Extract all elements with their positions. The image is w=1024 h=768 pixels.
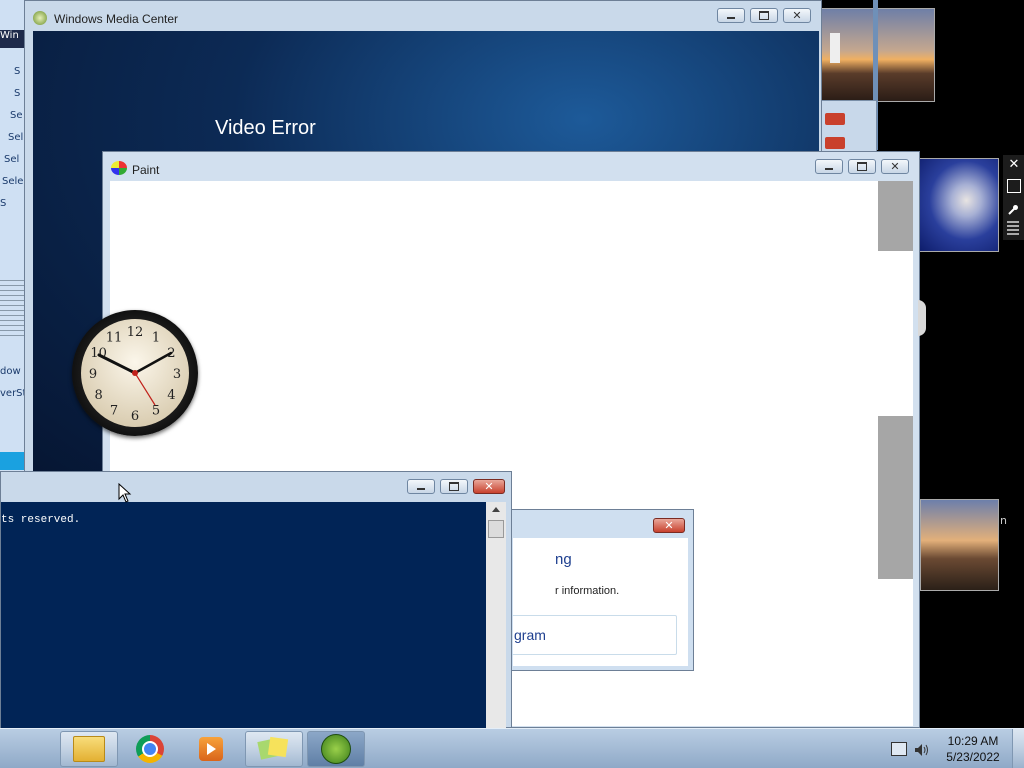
taskbar-file-explorer[interactable] [60,731,118,767]
close-icon [825,137,845,149]
scrollbar-thumb[interactable] [488,520,504,538]
maximize-icon [759,11,769,20]
volume-icon[interactable] [914,742,930,756]
clock-numeral: 12 [127,325,144,340]
mouse-cursor-icon [118,483,132,503]
close-icon: ✕ [792,9,802,22]
dialog-heading: ng [555,551,572,568]
minimize-icon [727,17,735,19]
strip-item[interactable]: Sele [0,176,26,194]
minimize-button[interactable] [815,159,843,174]
media-center-title: Windows Media Center [54,12,179,26]
folder-icon [73,736,105,762]
network-icon[interactable] [891,742,907,756]
minimize-icon [417,488,425,490]
dialog-body: ng r information. gram [509,538,688,666]
console-text: ts reserved. [1,514,81,526]
clock-face: 121234567891011 [81,319,189,427]
powershell-titlebar[interactable]: ✕ [1,472,511,502]
close-icon: ✕ [664,519,674,532]
taskbar-time[interactable]: 10:29 AM [940,734,1006,748]
close-program-label: gram [514,627,546,643]
sticky-notes-icon [257,736,289,762]
strip-item[interactable]: Win [0,30,24,48]
clock-numeral: 7 [110,403,118,418]
taskbar-sticky-notes[interactable] [245,731,303,767]
dialog-close-button[interactable]: ✕ [653,518,685,533]
gadget-side-text: n [1000,514,1007,527]
clock-numeral: 9 [89,367,97,382]
media-center-icon [321,734,351,764]
maximize-button[interactable] [848,159,876,174]
divider [0,280,24,340]
taskbar-media-player[interactable] [182,731,240,767]
maximize-icon [857,162,867,171]
console-scrollbar[interactable] [486,502,506,729]
powershell-console[interactable]: ts reserved. [1,502,486,729]
paint-palette-icon [111,161,127,175]
strip-item[interactable]: verSt [0,388,24,406]
powershell-window: ✕ ts reserved. [0,471,512,729]
close-icon: ✕ [890,160,900,173]
clock-numeral: 4 [167,388,175,403]
close-icon: ✕ [484,480,494,493]
scrollbar-block[interactable] [878,416,913,579]
gadget-options-icon[interactable] [1007,179,1021,193]
scroll-up-arrow-icon[interactable] [492,507,500,512]
taskbar-media-center[interactable] [307,731,365,767]
dialog-info-text: r information. [555,585,620,597]
maximize-button[interactable] [750,8,778,23]
taskbar-date[interactable]: 5/23/2022 [940,750,1006,764]
close-program-button[interactable]: gram [509,615,677,655]
scrollbar-block[interactable] [878,181,913,251]
media-center-titlebar[interactable]: Windows Media Center ✕ [25,1,821,31]
clock-numeral: 1 [152,331,160,346]
gadget-close-icon[interactable]: ✕ [1006,157,1022,173]
strip-item[interactable]: dow [0,366,24,384]
lighthouse-icon [830,33,840,63]
clock-numeral: 8 [94,388,102,403]
media-player-icon [199,737,223,761]
maximize-button[interactable] [440,479,468,494]
close-button[interactable]: ✕ [881,159,909,174]
selection-highlight [0,452,24,470]
close-button[interactable]: ✕ [473,479,505,494]
clock-numeral: 11 [106,331,123,346]
chrome-icon [136,735,164,763]
clock-numeral: 3 [173,367,181,382]
taskbar-chrome[interactable] [121,731,179,767]
close-button[interactable]: ✕ [783,8,811,23]
media-center-logo-icon [33,11,47,25]
video-error-heading: Video Error [215,117,316,139]
desktop-gadget-edge [918,300,926,336]
minimize-button[interactable] [407,479,435,494]
background-window-strip: Win S S Se Sel Sel Sele S dow verSt [0,0,25,472]
photo-thumbnail-sunset[interactable] [920,499,999,591]
maximize-icon [449,482,459,491]
clock-numeral: 6 [131,409,139,424]
error-dialog: ✕ ng r information. gram [505,509,694,671]
photo-thumbnail-space[interactable] [918,158,999,252]
gadget-toolbar: ✕ [1003,155,1024,240]
media-center-thumb-stack [820,100,877,152]
paint-scrollbar-track[interactable] [878,181,913,726]
clock-numeral: 5 [152,403,160,418]
strip-item[interactable]: S [0,198,24,216]
wrench-icon[interactable] [1007,201,1019,215]
show-desktop-button[interactable] [1012,729,1024,768]
minimize-button[interactable] [717,8,745,23]
minimize-icon [825,168,833,170]
paint-title: Paint [132,163,160,177]
taskbar: 10:29 AM 5/23/2022 [0,728,1024,768]
paint-titlebar[interactable]: Paint ✕ [103,152,919,182]
close-icon [825,113,845,125]
clock-gadget[interactable]: 121234567891011 [72,310,198,436]
grip-icon[interactable] [1007,221,1019,235]
